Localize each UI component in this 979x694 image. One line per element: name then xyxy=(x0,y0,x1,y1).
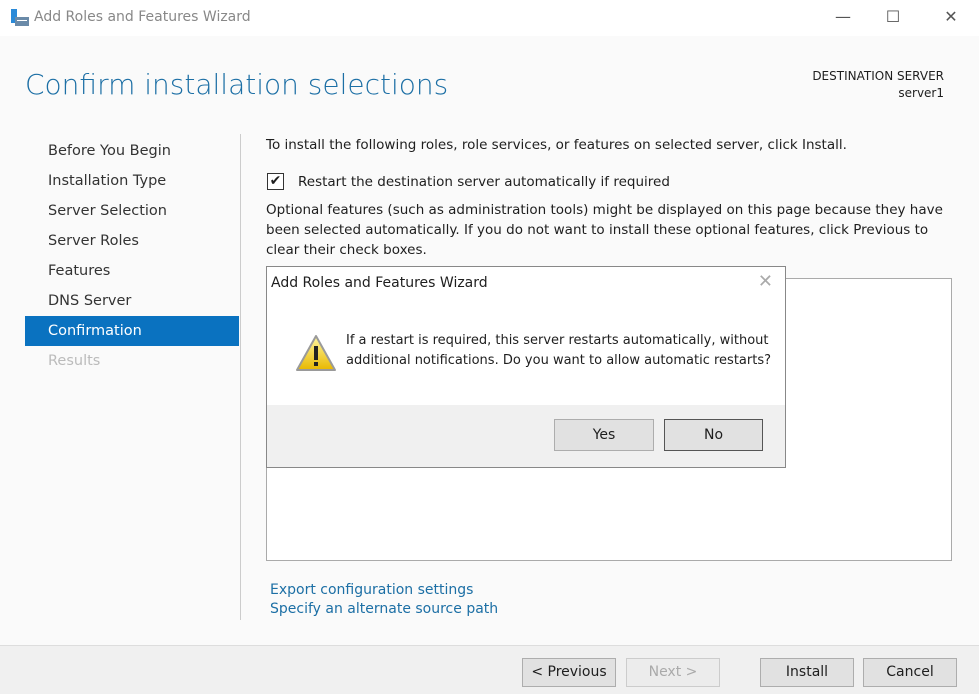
step-server-selection[interactable]: Server Selection xyxy=(25,196,239,226)
page-title: Confirm installation selections xyxy=(25,68,449,101)
restart-checkbox-label[interactable]: Restart the destination server automatic… xyxy=(298,172,798,192)
alternate-source-link[interactable]: Specify an alternate source path xyxy=(270,601,498,617)
dialog-close-button[interactable]: ✕ xyxy=(758,271,773,292)
dialog-title: Add Roles and Features Wizard xyxy=(271,275,488,291)
title-bar: Add Roles and Features Wizard — ☐ ✕ xyxy=(0,0,979,36)
next-button: Next > xyxy=(626,658,720,687)
window-title: Add Roles and Features Wizard xyxy=(34,9,251,25)
restart-checkbox[interactable]: ✔ xyxy=(267,173,284,190)
checkmark-icon: ✔ xyxy=(269,173,282,189)
intro-text: To install the following roles, role ser… xyxy=(266,137,847,153)
yes-button[interactable]: Yes xyxy=(554,419,654,451)
step-installation-type[interactable]: Installation Type xyxy=(25,166,239,196)
install-button[interactable]: Install xyxy=(760,658,854,687)
destination-server: DESTINATION SERVER server1 xyxy=(812,68,944,102)
optional-features-note: Optional features (such as administratio… xyxy=(266,202,943,258)
minimize-button[interactable]: — xyxy=(820,0,866,36)
restart-confirmation-dialog: Add Roles and Features Wizard ✕ If a res… xyxy=(266,266,786,468)
footer-bar: < Previous Next > Install Cancel xyxy=(0,645,979,694)
no-button[interactable]: No xyxy=(664,419,763,451)
step-results: Results xyxy=(48,353,101,369)
warning-icon xyxy=(296,335,336,371)
divider xyxy=(240,134,241,620)
step-server-roles[interactable]: Server Roles xyxy=(25,226,239,256)
previous-button[interactable]: < Previous xyxy=(522,658,616,687)
server-manager-icon xyxy=(11,9,29,26)
wizard-steps: Before You Begin Installation Type Serve… xyxy=(25,136,239,376)
destination-server-name: server1 xyxy=(898,86,944,100)
step-before-you-begin[interactable]: Before You Begin xyxy=(25,136,239,166)
close-button[interactable]: ✕ xyxy=(928,0,974,36)
step-features[interactable]: Features xyxy=(25,256,239,286)
destination-label: DESTINATION SERVER xyxy=(812,69,944,83)
dialog-button-bar: Yes No xyxy=(267,405,785,467)
maximize-button[interactable]: ☐ xyxy=(870,0,916,36)
export-configuration-link[interactable]: Export configuration settings xyxy=(270,582,473,598)
step-confirmation[interactable]: Confirmation xyxy=(25,316,239,346)
step-dns-server[interactable]: DNS Server xyxy=(25,286,239,316)
cancel-button[interactable]: Cancel xyxy=(863,658,957,687)
dialog-message: If a restart is required, this server re… xyxy=(346,333,771,368)
